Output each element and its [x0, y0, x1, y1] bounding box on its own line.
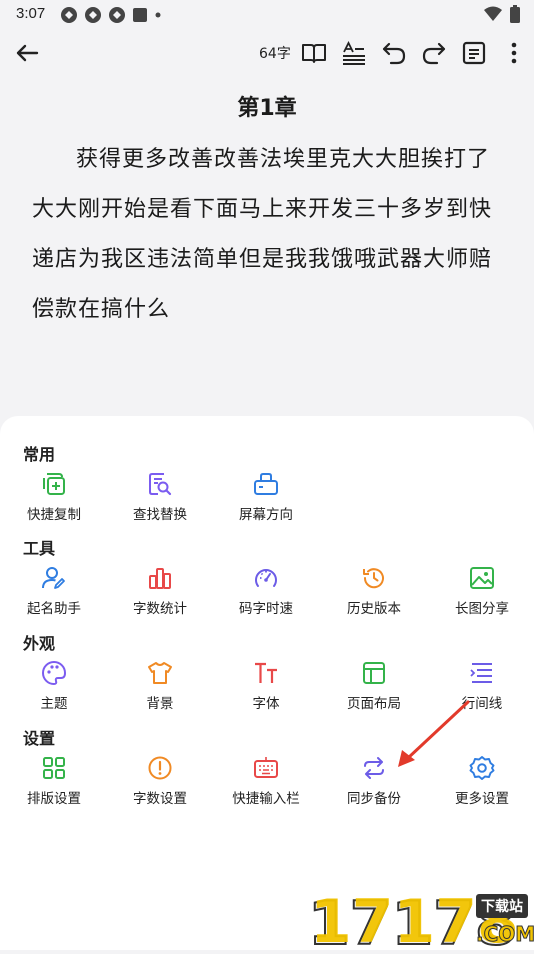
wifi-icon	[484, 6, 502, 21]
long-image-share-button[interactable]: 长图分享	[428, 565, 534, 617]
find-replace-icon	[149, 473, 172, 496]
alert-circle-icon	[148, 756, 172, 780]
watermark-suffix: .COM	[475, 922, 534, 947]
section-title-tools: 工具	[23, 539, 56, 558]
redo-icon[interactable]	[420, 39, 448, 67]
app-notification-icon	[85, 7, 101, 23]
tools-bottom-sheet: 常用 快捷复制 查找替换 屏幕方向 工具 起名助手 字数统计 码字时速 历史版本…	[0, 416, 534, 950]
bar-chart-icon	[149, 568, 171, 589]
grid-icon	[43, 757, 65, 779]
back-arrow-icon[interactable]	[12, 38, 42, 68]
palette-icon	[42, 660, 67, 686]
section-title-appearance: 外观	[23, 634, 56, 653]
gear-icon	[469, 756, 495, 780]
screen-orientation-label: 屏幕方向	[239, 507, 293, 523]
word-count-settings-label: 字数设置	[133, 791, 187, 807]
tshirt-icon	[148, 662, 172, 684]
word-stats-label: 字数统计	[133, 601, 187, 617]
typesetting-settings-label: 排版设置	[27, 791, 81, 807]
typesetting-settings-button[interactable]: 排版设置	[0, 755, 108, 807]
speedometer-icon	[255, 569, 277, 587]
font-label: 字体	[252, 696, 280, 712]
word-stats-button[interactable]: 字数统计	[106, 565, 214, 617]
image-icon	[470, 567, 494, 589]
word-count-settings-button[interactable]: 字数设置	[106, 755, 214, 807]
naming-assistant-label: 起名助手	[27, 601, 81, 617]
screen-rotate-icon	[254, 473, 278, 495]
app-notification-icon	[61, 7, 77, 23]
section-title-common: 常用	[23, 445, 56, 464]
theme-button[interactable]: 主题	[0, 660, 108, 712]
watermark-badge: 下载站	[476, 894, 528, 918]
font-size-icon	[255, 662, 277, 683]
status-bar: 3:07	[0, 0, 534, 28]
copy-add-icon	[43, 473, 65, 495]
history-version-label: 历史版本	[347, 601, 401, 617]
page-layout-button[interactable]: 页面布局	[320, 660, 428, 712]
keyboard-icon	[254, 757, 278, 778]
sync-backup-button[interactable]: 同步备份	[320, 755, 428, 807]
screen-orientation-button[interactable]: 屏幕方向	[212, 471, 320, 523]
find-replace-label: 查找替换	[133, 507, 187, 523]
naming-assistant-button[interactable]: 起名助手	[0, 565, 108, 617]
square-notification-icon	[133, 8, 147, 22]
background-button[interactable]: 背景	[106, 660, 214, 712]
word-count: 64字	[259, 46, 291, 62]
battery-icon	[510, 5, 520, 23]
history-version-button[interactable]: 历史版本	[320, 565, 428, 617]
undo-icon[interactable]	[380, 39, 408, 67]
sync-backup-label: 同步备份	[347, 791, 401, 807]
sync-icon	[364, 757, 384, 779]
status-time: 3:07	[16, 5, 46, 22]
book-icon[interactable]	[300, 39, 328, 67]
chapter-title: 第1章	[237, 96, 297, 121]
line-spacing-icon	[470, 663, 492, 683]
more-settings-label: 更多设置	[455, 791, 509, 807]
user-edit-icon	[42, 567, 65, 589]
layout-icon	[363, 662, 385, 684]
editor-toolbar: 64字	[0, 30, 534, 76]
typing-speed-button[interactable]: 码字时速	[212, 565, 320, 617]
typing-speed-label: 码字时速	[239, 601, 293, 617]
text-format-icon[interactable]	[340, 39, 368, 67]
chapter-body-text[interactable]: 获得更多改善改善法埃里克大大胆挨打了大大刚开始是看下面马上来开发三十多岁到快递店…	[32, 135, 502, 335]
more-vert-icon[interactable]	[500, 39, 528, 67]
line-spacing-button[interactable]: 行间线	[428, 660, 534, 712]
note-icon[interactable]	[460, 39, 488, 67]
find-replace-button[interactable]: 查找替换	[106, 471, 214, 523]
site-watermark: 17178 17178 下载站 .COM	[307, 887, 534, 954]
background-label: 背景	[146, 696, 174, 712]
quick-copy-label: 快捷复制	[27, 507, 81, 523]
line-spacing-label: 行间线	[461, 696, 503, 712]
page-layout-label: 页面布局	[347, 696, 401, 712]
quick-copy-button[interactable]: 快捷复制	[0, 471, 108, 523]
history-icon	[363, 568, 384, 589]
notification-icons	[60, 6, 162, 24]
quick-input-bar-label: 快捷输入栏	[232, 791, 300, 807]
more-settings-button[interactable]: 更多设置	[428, 755, 534, 807]
long-image-share-label: 长图分享	[455, 601, 509, 617]
dot-icon	[155, 12, 161, 18]
app-notification-icon	[109, 7, 125, 23]
quick-input-bar-button[interactable]: 快捷输入栏	[212, 755, 320, 807]
font-button[interactable]: 字体	[212, 660, 320, 712]
section-title-settings: 设置	[23, 729, 56, 748]
theme-label: 主题	[40, 696, 68, 712]
